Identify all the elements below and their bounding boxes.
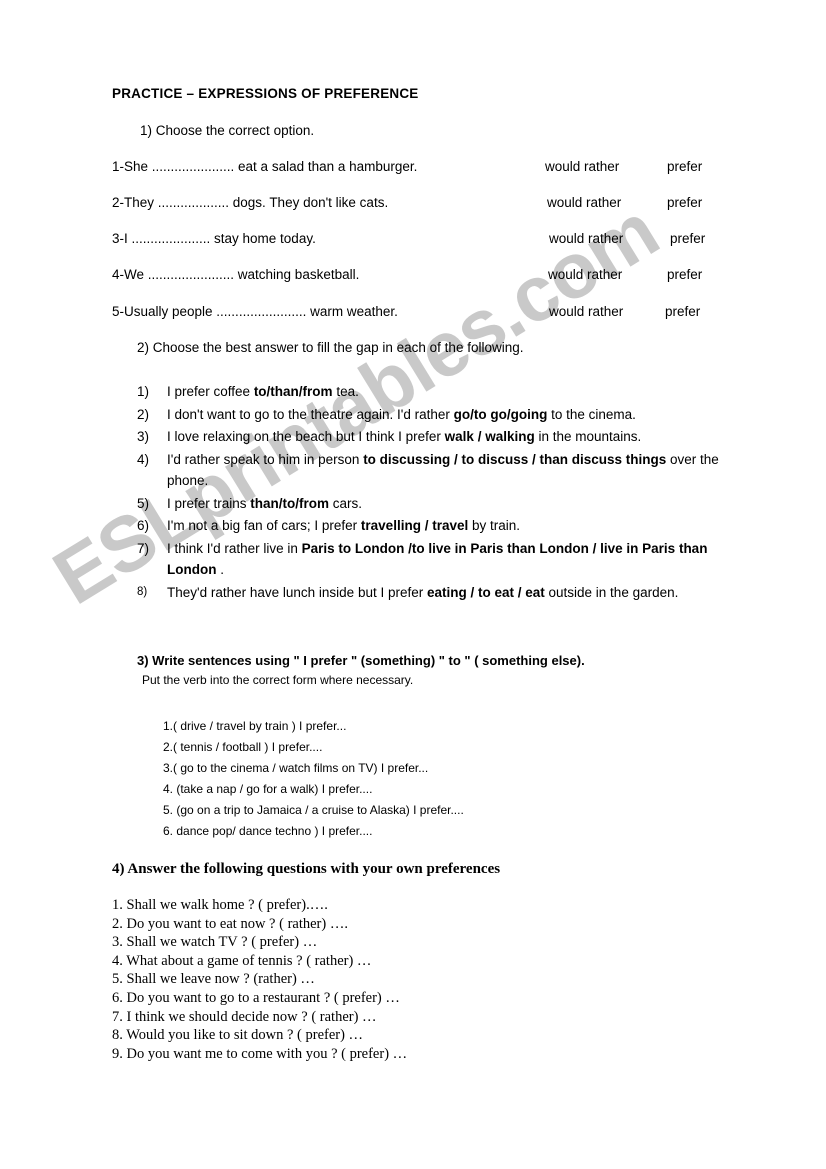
list-item-number: 7) bbox=[137, 540, 150, 556]
list-item-options[interactable]: travelling / travel bbox=[361, 518, 468, 533]
section-4-heading: 4) Answer the following questions with y… bbox=[112, 861, 501, 877]
list-item-options[interactable]: than/to/from bbox=[250, 496, 329, 511]
section-1-option-would-rather[interactable]: would rather bbox=[545, 159, 619, 174]
list-item-text-post: tea. bbox=[332, 384, 359, 399]
list-item: 5) I prefer trains than/to/from cars. bbox=[137, 493, 737, 515]
list-item-number: 3) bbox=[137, 429, 150, 444]
list-item: 6) I'm not a big fan of cars; I prefer tr… bbox=[137, 515, 737, 537]
page-title: PRACTICE – EXPRESSIONS OF PREFERENCE bbox=[112, 86, 419, 101]
list-item: 1) I prefer coffee to/than/from tea. bbox=[137, 381, 737, 403]
list-item: 6. dance pop/ dance techno ) I prefer...… bbox=[163, 824, 373, 838]
list-item-options[interactable]: go/to go/going bbox=[454, 407, 548, 422]
section-3-subheading: Put the verb into the correct form where… bbox=[142, 673, 414, 687]
list-item-text-post: cars. bbox=[329, 495, 363, 511]
list-item: 1. Shall we walk home ? ( prefer).…. bbox=[112, 897, 328, 913]
list-item: 4. What about a game of tennis ? ( rathe… bbox=[112, 952, 372, 969]
section-1-item: 1-She ...................... eat a salad… bbox=[112, 159, 418, 174]
list-item: 5. Shall we leave now ? (rather) … bbox=[112, 971, 315, 988]
list-item-options[interactable]: to/than/from bbox=[254, 384, 333, 399]
list-item: 4. (take a nap / go for a walk) I prefer… bbox=[163, 782, 373, 796]
list-item: 4) I'd rather speak to him in person to … bbox=[137, 449, 737, 492]
section-1-option-would-rather[interactable]: would rather bbox=[549, 231, 623, 246]
list-item-number: 6) bbox=[137, 518, 150, 533]
list-item-number: 2) bbox=[137, 406, 150, 422]
list-item-text-pre: I think I'd rather live in bbox=[167, 540, 302, 556]
list-item: 6. Do you want to go to a restaurant ? (… bbox=[112, 989, 400, 1006]
list-item-text-pre: They'd rather have lunch inside but I pr… bbox=[167, 584, 427, 600]
list-item-text-post: . bbox=[216, 562, 224, 577]
list-item-options[interactable]: to discussing / to discuss / than discus… bbox=[363, 452, 666, 467]
list-item: 3.( go to the cinema / watch films on TV… bbox=[163, 761, 429, 775]
section-1-option-prefer[interactable]: prefer bbox=[667, 195, 702, 210]
list-item-text-pre: I prefer trains bbox=[167, 495, 251, 511]
list-item-number: 5) bbox=[137, 495, 150, 511]
list-item-number: 8) bbox=[137, 585, 148, 598]
list-item: 2.( tennis / football ) I prefer.... bbox=[163, 740, 323, 754]
list-item-text-pre: I love relaxing on the beach but I think… bbox=[167, 429, 445, 444]
section-1-option-would-rather[interactable]: would rather bbox=[547, 195, 621, 210]
section-1-item: 4-We ....................... watching ba… bbox=[112, 267, 360, 282]
list-item: 8. Would you like to sit down ? ( prefer… bbox=[112, 1027, 364, 1044]
section-3-list: 1.( drive / travel by train ) I prefer..… bbox=[163, 716, 464, 842]
list-item: 9. Do you want me to come with you ? ( p… bbox=[112, 1045, 408, 1062]
section-3-heading: 3) Write sentences using " I prefer " (s… bbox=[137, 653, 585, 668]
list-item-options[interactable]: walk / walking bbox=[445, 429, 535, 444]
list-item: 1.( drive / travel by train ) I prefer..… bbox=[163, 719, 347, 733]
list-item: 3) I love relaxing on the beach but I th… bbox=[137, 426, 737, 448]
section-1-option-would-rather[interactable]: would rather bbox=[548, 267, 622, 282]
list-item: 7. I think we should decide now ? ( rath… bbox=[112, 1008, 377, 1025]
section-1-item: 3-I ..................... stay home toda… bbox=[112, 231, 316, 246]
list-item-text-pre: I'd rather speak to him in person bbox=[167, 451, 364, 467]
list-item-text-post: by train. bbox=[468, 518, 520, 533]
list-item: 7) I think I'd rather live in Paris to L… bbox=[137, 538, 737, 581]
section-2-heading: 2) Choose the best answer to fill the ga… bbox=[137, 340, 524, 355]
list-item-text-pre: I don't want to go to the theatre again.… bbox=[167, 406, 454, 422]
list-item-number: 1) bbox=[137, 384, 150, 399]
list-item: 2) I don't want to go to the theatre agai… bbox=[137, 404, 737, 426]
list-item-text-post: to the cinema. bbox=[547, 406, 636, 422]
section-1-option-prefer[interactable]: prefer bbox=[667, 267, 702, 282]
list-item: 3. Shall we watch TV ? ( prefer) … bbox=[112, 934, 318, 951]
list-item-text-post: in the mountains. bbox=[534, 429, 642, 444]
section-2-list: 1) I prefer coffee to/than/from tea. 2) I … bbox=[137, 381, 737, 604]
list-item-text-pre: I prefer coffee bbox=[167, 384, 254, 399]
list-item-number: 4) bbox=[137, 451, 150, 467]
list-item-options[interactable]: eating / to eat / eat bbox=[427, 585, 545, 600]
list-item: 2. Do you want to eat now ? ( rather) …. bbox=[112, 915, 348, 932]
section-1-item: 2-They ................... dogs. They do… bbox=[112, 195, 389, 210]
section-1-heading: 1) Choose the correct option. bbox=[140, 123, 315, 138]
section-1-option-would-rather[interactable]: would rather bbox=[549, 304, 623, 319]
list-item: 8) They'd rather have lunch inside but I … bbox=[137, 582, 737, 604]
section-1-option-prefer[interactable]: prefer bbox=[670, 231, 705, 246]
list-item-text-post: outside in the garden. bbox=[544, 584, 679, 600]
section-1-item: 5-Usually people .......................… bbox=[112, 304, 398, 319]
list-item: 5. (go on a trip to Jamaica / a cruise t… bbox=[163, 803, 464, 817]
list-item-text-pre: I'm not a big fan of cars; I prefer bbox=[167, 518, 361, 533]
worksheet-page: ESLprintables.com PRACTICE – EXPRESSIONS… bbox=[0, 0, 826, 1169]
section-1-option-prefer[interactable]: prefer bbox=[667, 159, 702, 174]
section-4-list: 1. Shall we walk home ? ( prefer).…. 2. … bbox=[112, 896, 407, 1063]
section-1-option-prefer[interactable]: prefer bbox=[665, 304, 700, 319]
